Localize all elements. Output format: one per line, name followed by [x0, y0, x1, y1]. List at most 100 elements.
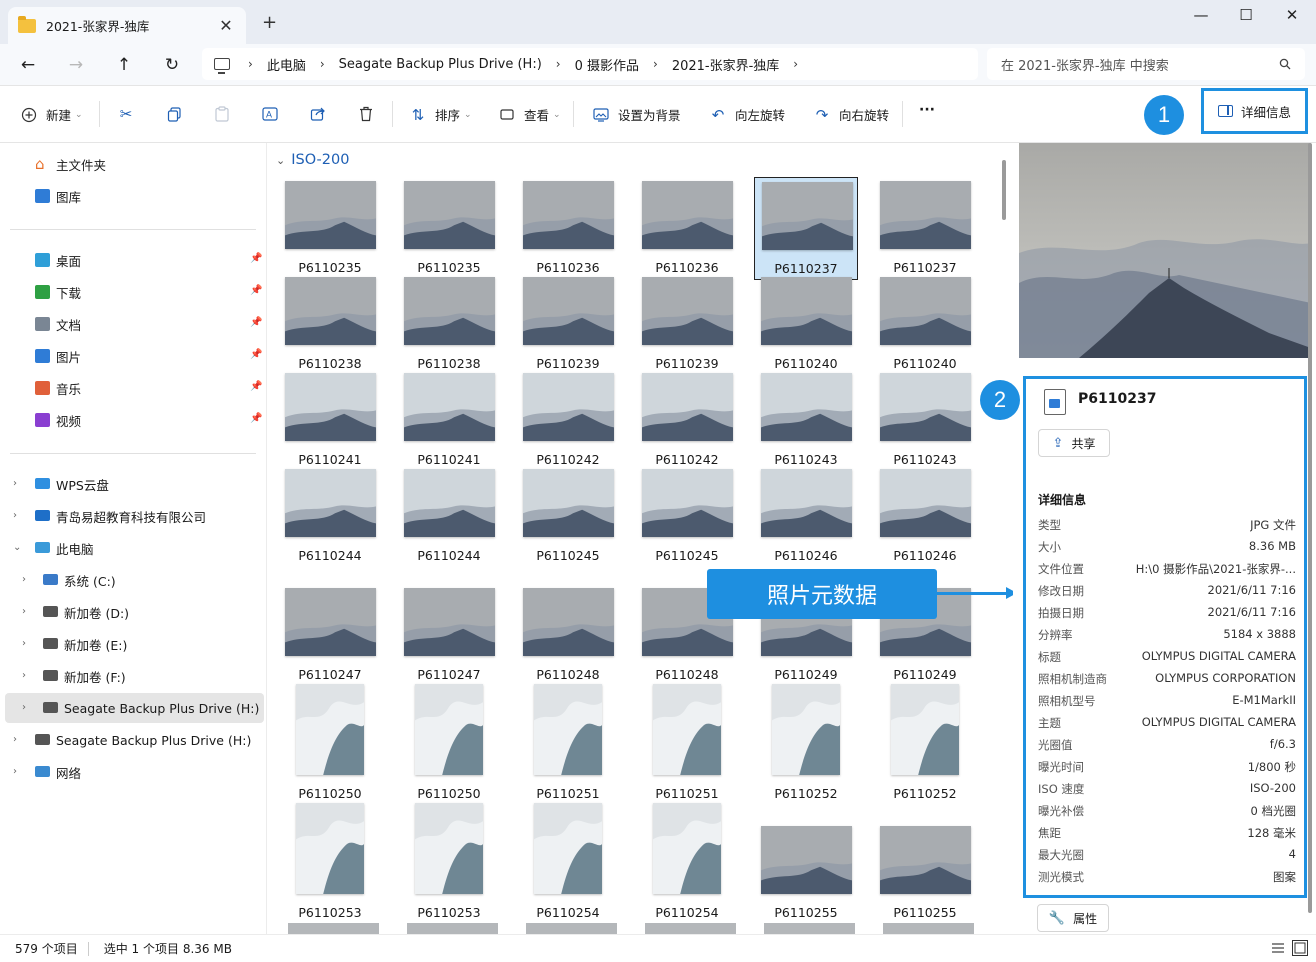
new-tab-button[interactable]: + [262, 12, 277, 33]
thumbnail-item[interactable]: P6110253 [397, 799, 501, 925]
thumbnail-item[interactable]: P6110250 [278, 680, 382, 806]
group-header[interactable]: ⌄ ISO-200 [276, 152, 349, 168]
sidebar-item-quick-access[interactable]: 图片 📌 [0, 341, 267, 371]
expand-chevron-icon[interactable]: › [13, 510, 17, 521]
sidebar-tree-item[interactable]: › 青岛易超教育科技有限公司 [0, 501, 267, 531]
thumbnail-item[interactable]: P6110238 [278, 273, 382, 376]
new-button[interactable]: 新建 ⌄ [20, 105, 83, 124]
thumbnail-item[interactable]: P6110235 [397, 177, 501, 280]
breadcrumb-chevron-icon[interactable]: › [320, 57, 325, 71]
refresh-icon[interactable]: ↻ [160, 53, 184, 77]
thumbnail-item[interactable]: P6110245 [516, 465, 620, 568]
thumbnail-item[interactable]: P6110254 [516, 799, 620, 925]
more-options-button[interactable]: ··· [919, 102, 935, 118]
tab-close-button[interactable]: ✕ [216, 16, 236, 35]
expand-chevron-icon[interactable]: › [22, 574, 26, 585]
thumbnail-item[interactable]: P6110237 [754, 177, 858, 280]
close-window-button[interactable]: ✕ [1277, 6, 1307, 26]
breadcrumb-chevron-icon[interactable]: › [556, 57, 561, 71]
pin-icon[interactable]: 📌 [250, 317, 262, 328]
thumbnail-item[interactable]: P6110245 [635, 465, 739, 568]
thumbnail-item[interactable]: P6110238 [397, 273, 501, 376]
paste-button[interactable] [213, 105, 239, 123]
view-button[interactable]: 查看 ⌄ [498, 105, 561, 124]
large-icons-view-icon[interactable] [1292, 940, 1308, 956]
expand-chevron-icon[interactable]: › [13, 766, 17, 777]
expand-chevron-icon[interactable]: › [22, 702, 26, 713]
thumbnail-item[interactable]: P6110246 [873, 465, 977, 568]
forward-arrow-icon[interactable]: → [64, 53, 88, 77]
breadcrumb-chevron-icon[interactable]: › [653, 57, 658, 71]
thumbnail-item[interactable]: P6110252 [754, 680, 858, 806]
sort-button[interactable]: ⇅ 排序 ⌄ [409, 105, 472, 124]
thumbnail-item[interactable]: P6110253 [278, 799, 382, 925]
thumbnail-item[interactable]: P6110242 [516, 369, 620, 472]
thumbnail-item[interactable]: P6110236 [635, 177, 739, 280]
thumbnail-item[interactable]: P6110246 [754, 465, 858, 568]
sidebar-item-quick-access[interactable]: 文档 📌 [0, 309, 267, 339]
sidebar-tree-item[interactable]: › 新加卷 (F:) [0, 661, 267, 691]
sidebar-tree-item[interactable]: › 新加卷 (E:) [0, 629, 267, 659]
details-view-icon[interactable] [1270, 940, 1286, 956]
thumbnail-item[interactable]: P6110251 [516, 680, 620, 806]
thumbnail-item[interactable]: P6110243 [873, 369, 977, 472]
thumbnail-item[interactable]: P6110237 [873, 177, 977, 280]
photo-thumbnail-partial[interactable] [288, 923, 379, 934]
thumbnail-item[interactable]: P6110239 [516, 273, 620, 376]
thumbnail-item[interactable]: P6110254 [635, 799, 739, 925]
sidebar-tree-item[interactable]: › 新加卷 (D:) [0, 597, 267, 627]
details-pane-button[interactable]: 详细信息 [1201, 88, 1308, 134]
search-input[interactable]: 在 2021-张家界-独库 中搜索 [987, 48, 1305, 80]
thumbnail-item[interactable]: P6110242 [635, 369, 739, 472]
sidebar-item-quick-access[interactable]: 桌面 📌 [0, 245, 267, 275]
sidebar-item-quick-access[interactable]: 音乐 📌 [0, 373, 267, 403]
delete-button[interactable] [357, 105, 383, 123]
pin-icon[interactable]: 📌 [250, 413, 262, 424]
photo-thumbnail-partial[interactable] [645, 923, 736, 934]
sidebar-tree-item[interactable]: › Seagate Backup Plus Drive (H:) [5, 693, 264, 723]
thumbnail-item[interactable]: P6110250 [397, 680, 501, 806]
expand-chevron-icon[interactable]: › [13, 734, 17, 745]
photo-thumbnail-partial[interactable] [883, 923, 974, 934]
folder-tab[interactable]: 2021-张家界-独库 ✕ [8, 7, 246, 44]
sidebar-tree-item[interactable]: ⌄ 此电脑 [0, 533, 267, 563]
share-button[interactable] [309, 105, 335, 123]
copy-button[interactable] [165, 105, 191, 123]
thumbnail-item[interactable]: P6110252 [873, 680, 977, 806]
rotate-left-button[interactable]: ↶ 向左旋转 [709, 105, 785, 124]
sidebar-item-quick-access[interactable]: 下载 📌 [0, 277, 267, 307]
thumbnail-item[interactable]: P6110239 [635, 273, 739, 376]
breadcrumb-item[interactable]: Seagate Backup Plus Drive (H:) [339, 57, 542, 72]
thumbnail-item[interactable]: P6110241 [397, 369, 501, 472]
thumbnail-item[interactable]: P6110235 [278, 177, 382, 280]
sidebar-item-gallery[interactable]: 图库 [0, 181, 267, 211]
thumbnail-item[interactable]: P6110244 [278, 465, 382, 568]
set-background-button[interactable]: 设置为背景 [592, 105, 681, 124]
pin-icon[interactable]: 📌 [250, 381, 262, 392]
expand-chevron-icon[interactable]: › [13, 478, 17, 489]
sidebar-tree-item[interactable]: › 网络 [0, 757, 267, 787]
thumbnail-item[interactable]: P6110247 [278, 584, 382, 687]
rotate-right-button[interactable]: ↷ 向右旋转 [813, 105, 889, 124]
up-arrow-icon[interactable]: ↑ [112, 53, 136, 77]
pin-icon[interactable]: 📌 [250, 285, 262, 296]
maximize-button[interactable]: ☐ [1231, 6, 1261, 26]
minimize-button[interactable]: — [1186, 6, 1216, 26]
thumbnail-item[interactable]: P6110241 [278, 369, 382, 472]
sidebar-tree-item[interactable]: › WPS云盘 [0, 469, 267, 499]
thumbnail-item[interactable]: P6110255 [754, 799, 858, 925]
details-share-button[interactable]: ⇪ 共享 [1038, 429, 1110, 457]
scrollbar-thumb[interactable] [1002, 160, 1006, 220]
breadcrumb-chevron-icon[interactable]: › [793, 57, 798, 71]
photo-thumbnail-partial[interactable] [764, 923, 855, 934]
details-scrollbar[interactable] [1308, 143, 1312, 913]
properties-button[interactable]: 🔧 属性 [1037, 904, 1109, 932]
expand-chevron-icon[interactable]: › [22, 670, 26, 681]
sidebar-item-quick-access[interactable]: 视频 📌 [0, 405, 267, 435]
sidebar-tree-item[interactable]: › Seagate Backup Plus Drive (H:) [0, 725, 267, 755]
thumbnail-item[interactable]: P6110240 [873, 273, 977, 376]
breadcrumb-item[interactable]: 2021-张家界-独库 [672, 55, 779, 74]
thumbnail-item[interactable]: P6110244 [397, 465, 501, 568]
pin-icon[interactable]: 📌 [250, 253, 262, 264]
thumbnail-item[interactable]: P6110248 [516, 584, 620, 687]
